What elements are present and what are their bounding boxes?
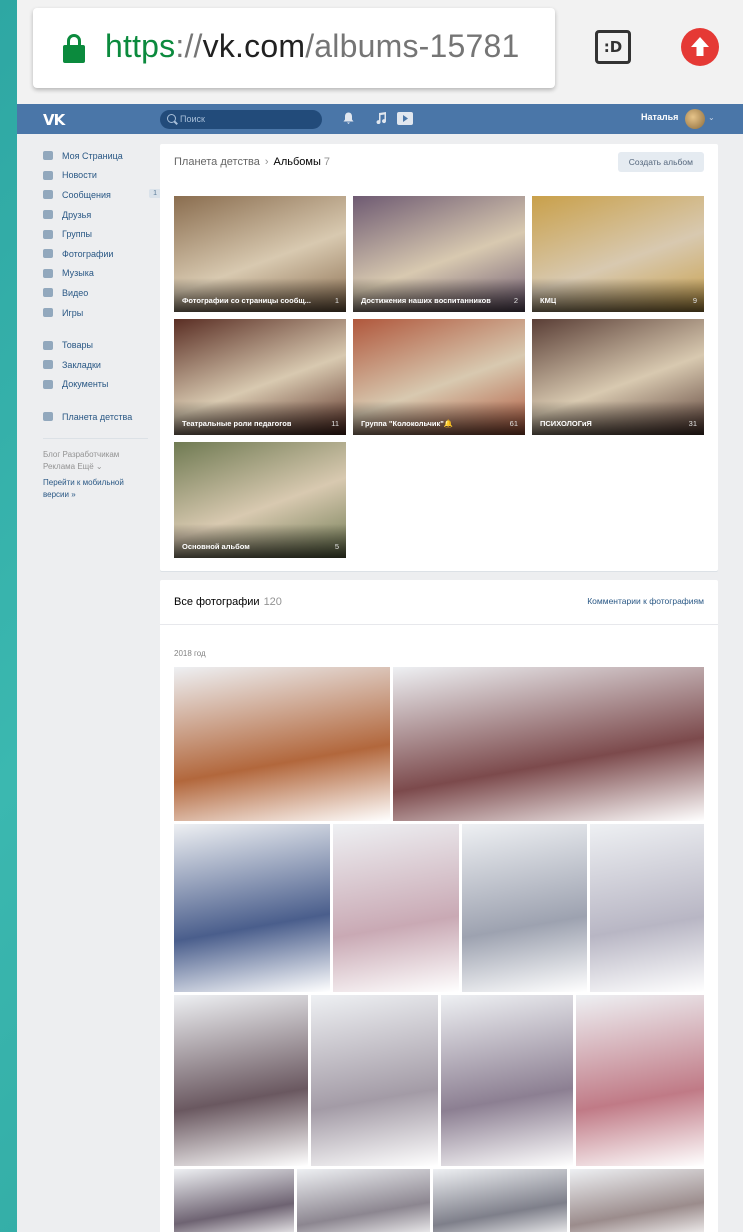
photo-thumbnail[interactable] (576, 995, 704, 1166)
photo-thumbnail[interactable] (174, 824, 330, 992)
breadcrumb-group-link[interactable]: Планета детства (174, 156, 260, 168)
footer-links-row1[interactable]: Блог Разработчикам (43, 449, 153, 461)
album-photo-count: 9 (692, 296, 697, 305)
update-icon[interactable] (681, 28, 719, 66)
search-icon (167, 114, 176, 123)
user-name[interactable]: Наталья (641, 112, 678, 122)
tab-switcher-button[interactable]: :D (595, 30, 631, 64)
mobile-version-link[interactable]: Перейти к мобильной версии » (43, 477, 153, 501)
photo-thumbnail[interactable] (570, 1169, 704, 1232)
year-label: 2018 год (174, 649, 206, 658)
photo-thumbnail[interactable] (433, 1169, 567, 1232)
vk-logo[interactable]: VK (43, 111, 65, 129)
photo-thumbnail[interactable] (311, 995, 438, 1166)
news-icon (43, 170, 53, 180)
gamepad-icon (43, 308, 53, 318)
album-title: ПСИХОЛОГиЯ (540, 419, 592, 428)
address-bar[interactable]: https://vk.com/albums-15781 (33, 8, 555, 88)
camera-icon (43, 249, 53, 259)
album-photo-count: 1 (334, 296, 339, 305)
sidebar-item-messages[interactable]: Сообщения 1 (43, 185, 161, 205)
photo-thumbnail[interactable] (174, 667, 390, 821)
album-card[interactable]: Достижения наших воспитанников 2 (353, 196, 525, 312)
music-note-icon (43, 268, 53, 278)
sidebar-item-friends[interactable]: Друзья (43, 205, 153, 225)
avatar[interactable] (685, 109, 705, 129)
sidebar-item-documents[interactable]: Документы (43, 375, 153, 395)
messages-icon (43, 190, 53, 200)
sidebar-item-goods[interactable]: Товары (43, 335, 153, 355)
footer-links-row2[interactable]: Реклама Ещё ⌄ (43, 461, 153, 473)
photo-thumbnail[interactable] (441, 995, 573, 1166)
album-card[interactable]: Основной альбом 5 (174, 442, 346, 558)
chevron-down-icon[interactable]: ⌄ (708, 113, 715, 122)
lock-icon (63, 34, 85, 64)
star-icon (43, 360, 53, 370)
bag-icon (43, 340, 53, 350)
album-card[interactable]: Фотографии со страницы сообщ... 1 (174, 196, 346, 312)
home-icon (43, 151, 53, 161)
photo-thumbnail[interactable] (462, 824, 587, 992)
users-icon (43, 229, 53, 239)
document-icon (43, 379, 53, 389)
photo-thumbnail[interactable] (393, 667, 704, 821)
album-photo-count: 5 (334, 542, 339, 551)
all-photos-title: Все фотографии 120 (174, 596, 282, 608)
bell-icon[interactable] (343, 112, 354, 127)
play-icon[interactable] (397, 112, 413, 128)
photo-thumbnail[interactable] (174, 995, 308, 1166)
album-card[interactable]: Группа "Колокольчик"🔔 61 (353, 319, 525, 435)
sidebar: Моя Страница Новости Сообщения 1 Друзья Г… (43, 146, 161, 501)
sidebar-item-news[interactable]: Новости (43, 166, 153, 186)
all-photos-panel: Все фотографии 120 Комментарии к фотограф… (160, 580, 718, 1232)
sidebar-item-music[interactable]: Музыка (43, 264, 153, 284)
browser-toolbar: https://vk.com/albums-15781 :D (17, 0, 743, 104)
sidebar-divider (43, 437, 148, 439)
breadcrumb: Планета детства › Альбомы 7 (174, 156, 330, 168)
album-title: Достижения наших воспитанников (361, 296, 491, 305)
user-icon (43, 210, 53, 220)
photo-thumbnail[interactable] (174, 1169, 294, 1232)
url-text[interactable]: https://vk.com/albums-15781 (105, 28, 520, 65)
sidebar-item-photos[interactable]: Фотографии (43, 244, 153, 264)
album-card[interactable]: КМЦ 9 (532, 196, 704, 312)
vk-header: VK Поиск Наталья ⌄ (17, 104, 743, 134)
video-icon (43, 288, 53, 298)
album-photo-count: 31 (688, 419, 697, 428)
album-count: 7 (323, 156, 330, 168)
photo-thumbnail[interactable] (297, 1169, 430, 1232)
sidebar-item-group-planeta[interactable]: Планета детства (43, 407, 153, 427)
photo-thumbnail[interactable] (333, 824, 459, 992)
album-title: Основной альбом (182, 542, 250, 551)
breadcrumb-separator: › (264, 156, 269, 168)
album-title: Фотографии со страницы сообщ... (182, 296, 311, 305)
search-input[interactable]: Поиск (160, 110, 322, 129)
photo-thumbnail[interactable] (590, 824, 704, 992)
albums-panel: Планета детства › Альбомы 7 Создать альбом … (160, 144, 718, 571)
sidebar-item-video[interactable]: Видео (43, 283, 153, 303)
divider (160, 624, 718, 625)
album-card[interactable]: Театральные роли педагогов 11 (174, 319, 346, 435)
album-photo-count: 11 (331, 419, 339, 428)
photo-count: 120 (263, 596, 282, 608)
sidebar-item-games[interactable]: Игры (43, 303, 153, 323)
album-title: КМЦ (540, 296, 557, 305)
photo-comments-link[interactable]: Комментарии к фотографиям (587, 596, 704, 606)
album-card[interactable]: ПСИХОЛОГиЯ 31 (532, 319, 704, 435)
music-icon[interactable] (376, 112, 387, 127)
sidebar-item-bookmarks[interactable]: Закладки (43, 355, 153, 375)
album-photo-count: 61 (509, 419, 518, 428)
album-photo-count: 2 (513, 296, 518, 305)
create-album-button[interactable]: Создать альбом (617, 152, 704, 172)
sidebar-item-groups[interactable]: Группы (43, 224, 153, 244)
community-icon (43, 412, 53, 422)
album-title: Группа "Колокольчик"🔔 (361, 419, 454, 428)
sidebar-item-my-page[interactable]: Моя Страница (43, 146, 153, 166)
breadcrumb-current: Альбомы (273, 156, 321, 168)
album-title: Театральные роли педагогов (182, 419, 292, 428)
browser-window: https://vk.com/albums-15781 :D VK Поиск … (17, 0, 743, 1232)
